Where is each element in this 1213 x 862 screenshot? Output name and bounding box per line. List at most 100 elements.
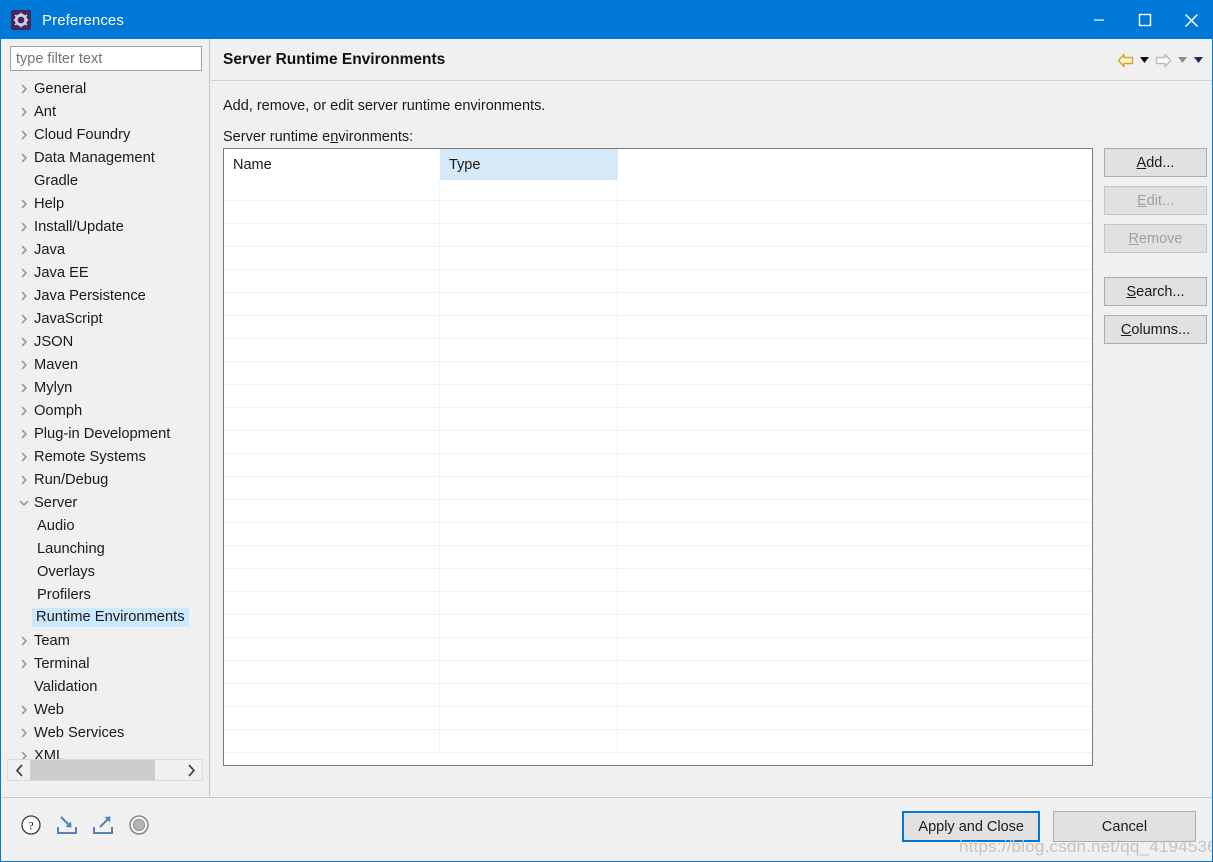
sidebar-item-gradle[interactable]: Gradle (2, 169, 209, 192)
sidebar-item-overlays[interactable]: Overlays (2, 560, 209, 583)
chevron-right-icon[interactable] (15, 445, 33, 468)
sidebar-item-install-update[interactable]: Install/Update (2, 215, 209, 238)
chevron-right-icon[interactable] (15, 330, 33, 353)
back-arrow-icon[interactable] (1115, 50, 1135, 70)
chevron-right-icon[interactable] (15, 468, 33, 491)
table-row[interactable] (224, 431, 1092, 454)
table-row[interactable] (224, 661, 1092, 684)
column-header-name[interactable]: Name (224, 149, 440, 180)
table-row[interactable] (224, 316, 1092, 339)
chevron-right-icon[interactable] (15, 284, 33, 307)
table-row[interactable] (224, 477, 1092, 500)
table-row[interactable] (224, 270, 1092, 293)
column-header-type[interactable]: Type (440, 149, 618, 180)
scrollbar-thumb[interactable] (30, 760, 155, 780)
sidebar-item-cloud-foundry[interactable]: Cloud Foundry (2, 123, 209, 146)
sidebar-item-terminal[interactable]: Terminal (2, 652, 209, 675)
table-row[interactable] (224, 408, 1092, 431)
chevron-left-icon[interactable] (8, 760, 30, 780)
sidebar-item-profilers[interactable]: Profilers (2, 583, 209, 606)
restore-defaults-icon[interactable] (126, 812, 152, 838)
apply-and-close-button[interactable]: Apply and Close (902, 811, 1040, 842)
search-button[interactable]: Search... (1104, 277, 1207, 306)
back-chevron-down-icon[interactable] (1137, 50, 1151, 70)
chevron-right-icon[interactable] (15, 399, 33, 422)
maximize-icon[interactable] (1122, 1, 1168, 39)
sidebar-item-team[interactable]: Team (2, 629, 209, 652)
table-row[interactable] (224, 339, 1092, 362)
table-row[interactable] (224, 523, 1092, 546)
search-input[interactable] (10, 46, 202, 71)
sidebar-item-ant[interactable]: Ant (2, 100, 209, 123)
chevron-right-icon[interactable] (15, 100, 33, 123)
chevron-right-icon[interactable] (15, 123, 33, 146)
sidebar-item-help[interactable]: Help (2, 192, 209, 215)
sidebar-item-java-persistence[interactable]: Java Persistence (2, 284, 209, 307)
menu-chevron-down-icon[interactable] (1191, 50, 1205, 70)
sidebar-item-validation[interactable]: Validation (2, 675, 209, 698)
table-row[interactable] (224, 201, 1092, 224)
sidebar-item-remote-systems[interactable]: Remote Systems (2, 445, 209, 468)
chevron-right-icon[interactable] (15, 215, 33, 238)
chevron-right-icon[interactable] (15, 353, 33, 376)
import-icon[interactable] (54, 812, 80, 838)
sidebar-item-plug-in-development[interactable]: Plug-in Development (2, 422, 209, 445)
chevron-right-icon[interactable] (15, 261, 33, 284)
table-row[interactable] (224, 500, 1092, 523)
table-row[interactable] (224, 569, 1092, 592)
tree-horizontal-scrollbar[interactable] (7, 759, 203, 781)
columns-button[interactable]: Columns... (1104, 315, 1207, 344)
table-row[interactable] (224, 615, 1092, 638)
sidebar-item-launching[interactable]: Launching (2, 537, 209, 560)
chevron-right-icon[interactable] (15, 307, 33, 330)
table-row[interactable] (224, 247, 1092, 270)
chevron-down-icon[interactable] (15, 491, 33, 514)
sidebar-item-runtime-environments[interactable]: Runtime Environments (2, 606, 209, 629)
sidebar-item-javascript[interactable]: JavaScript (2, 307, 209, 330)
sidebar-item-run-debug[interactable]: Run/Debug (2, 468, 209, 491)
table-row[interactable] (224, 362, 1092, 385)
add-button[interactable]: Add... (1104, 148, 1207, 177)
chevron-right-icon[interactable] (15, 77, 33, 100)
minimize-icon[interactable] (1076, 1, 1122, 39)
table-row[interactable] (224, 385, 1092, 408)
table-row[interactable] (224, 546, 1092, 569)
table-body[interactable] (224, 180, 1092, 753)
server-runtime-table[interactable]: Name Type (223, 148, 1093, 766)
chevron-right-icon[interactable] (15, 652, 33, 675)
sidebar-item-audio[interactable]: Audio (2, 514, 209, 537)
sidebar-item-java[interactable]: Java (2, 238, 209, 261)
table-row[interactable] (224, 454, 1092, 477)
chevron-right-icon[interactable] (15, 422, 33, 445)
chevron-right-icon[interactable] (15, 629, 33, 652)
sidebar-item-server[interactable]: Server (2, 491, 209, 514)
chevron-right-icon[interactable] (15, 721, 33, 744)
table-row[interactable] (224, 293, 1092, 316)
table-row[interactable] (224, 684, 1092, 707)
sidebar-item-java-ee[interactable]: Java EE (2, 261, 209, 284)
cancel-button[interactable]: Cancel (1053, 811, 1196, 842)
chevron-right-icon[interactable] (15, 238, 33, 261)
preferences-tree[interactable]: General Ant Cloud Foundry Data Management Gr… (2, 77, 209, 772)
chevron-right-icon[interactable] (180, 760, 202, 780)
table-row[interactable] (224, 638, 1092, 661)
sidebar-item-mylyn[interactable]: Mylyn (2, 376, 209, 399)
sidebar-item-general[interactable]: General (2, 77, 209, 100)
export-icon[interactable] (90, 812, 116, 838)
chevron-right-icon[interactable] (15, 146, 33, 169)
table-row[interactable] (224, 224, 1092, 247)
table-row[interactable] (224, 592, 1092, 615)
table-row[interactable] (224, 730, 1092, 753)
sidebar-item-maven[interactable]: Maven (2, 353, 209, 376)
help-icon[interactable]: ? (18, 812, 44, 838)
chevron-right-icon[interactable] (15, 192, 33, 215)
close-icon[interactable] (1168, 1, 1212, 39)
table-row[interactable] (224, 707, 1092, 730)
sidebar-item-web-services[interactable]: Web Services (2, 721, 209, 744)
sidebar-item-data-management[interactable]: Data Management (2, 146, 209, 169)
sidebar-item-json[interactable]: JSON (2, 330, 209, 353)
scrollbar-track[interactable] (155, 760, 180, 780)
chevron-right-icon[interactable] (15, 698, 33, 721)
sidebar-item-web[interactable]: Web (2, 698, 209, 721)
chevron-right-icon[interactable] (15, 376, 33, 399)
